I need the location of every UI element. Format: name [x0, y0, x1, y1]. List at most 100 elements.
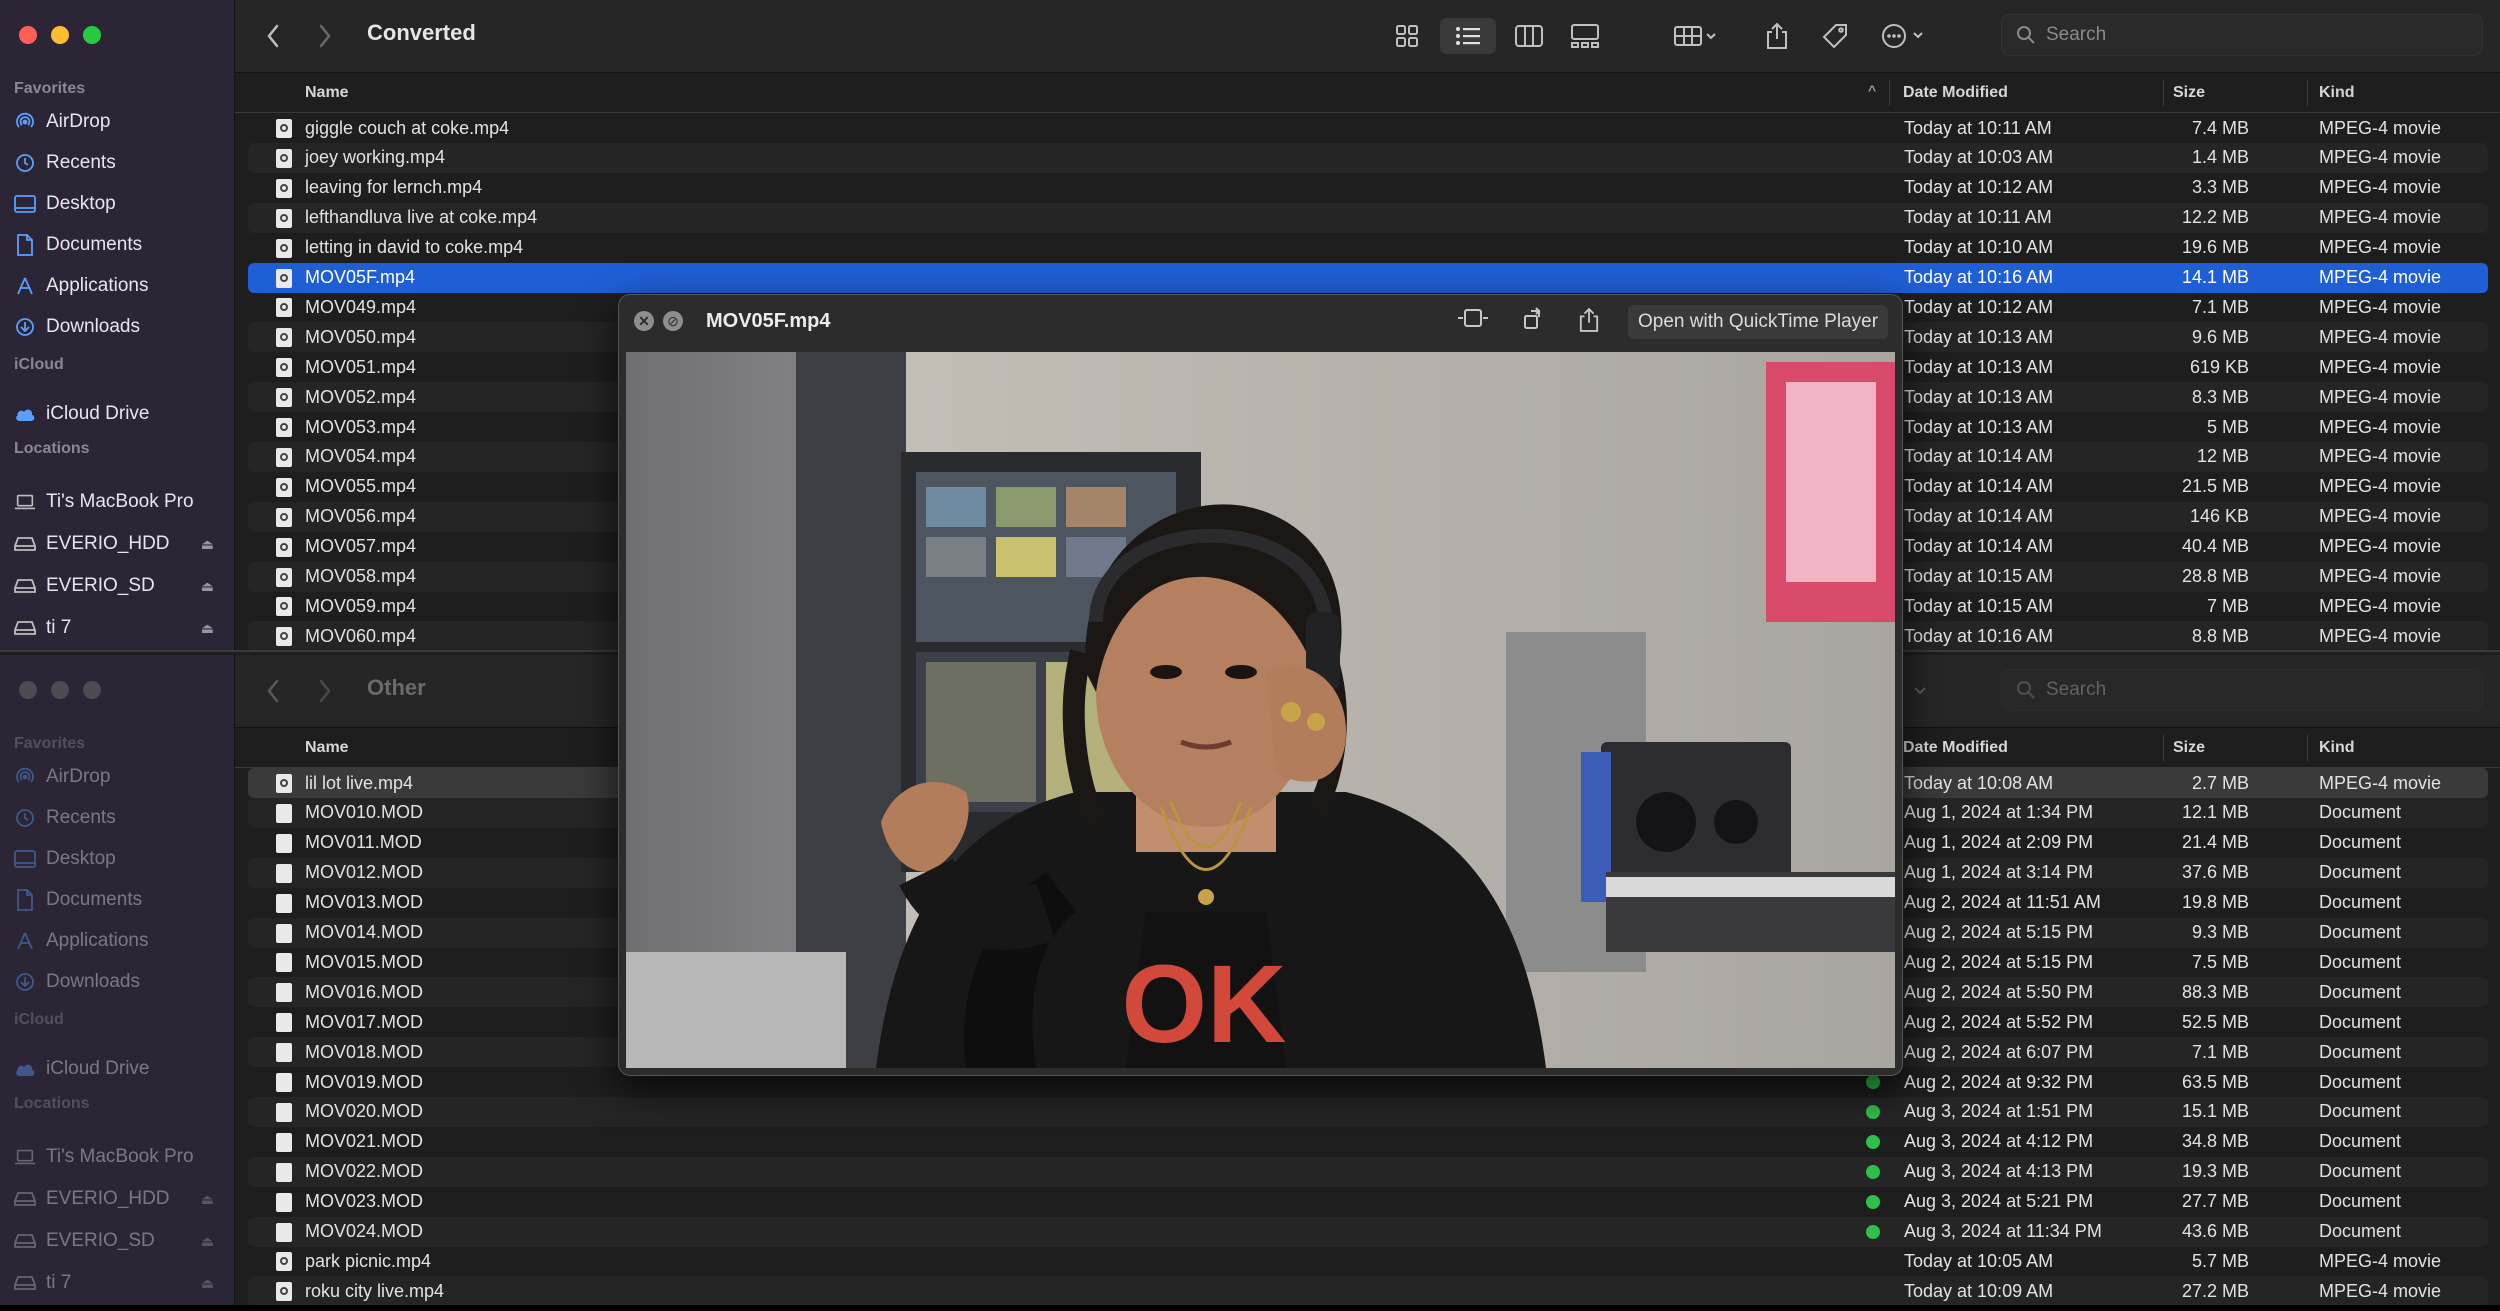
back-button[interactable]: [255, 18, 291, 54]
table-row[interactable]: MOV024.MOD Aug 3, 2024 at 11:34 PM 43.6 MB…: [248, 1216, 2488, 1247]
sidebar-item-label: Recents: [46, 807, 116, 828]
column-kind[interactable]: Kind: [2319, 739, 2355, 757]
file-date-modified: Aug 3, 2024 at 5:21 PM: [1904, 1191, 2094, 1212]
sidebar-item-everio-sd[interactable]: EVERIO_SD ⏏: [14, 1223, 214, 1259]
preview-close-button[interactable]: ✕: [634, 311, 654, 331]
table-row[interactable]: leaving for lernch.mp4 Today at 10:12 AM 3…: [248, 173, 2488, 203]
column-size[interactable]: Size: [2173, 739, 2205, 757]
zoom-window-button[interactable]: [83, 681, 101, 699]
search-field[interactable]: Search: [2001, 14, 2483, 56]
eject-icon[interactable]: ⏏: [201, 536, 214, 553]
document-icon: [14, 889, 36, 911]
document-file-icon: [276, 863, 292, 883]
icon-view-button[interactable]: [1385, 18, 1429, 54]
back-button[interactable]: [255, 673, 291, 709]
close-window-button[interactable]: [19, 681, 37, 699]
file-kind: Document: [2319, 1221, 2402, 1241]
sidebar-item-ti-7[interactable]: ti 7 ⏏: [14, 610, 214, 646]
rotate-button[interactable]: [1517, 307, 1549, 337]
eject-icon[interactable]: ⏏: [201, 578, 214, 595]
share-button[interactable]: [1757, 18, 1797, 54]
sidebar-item-ti-s-macbook-pro[interactable]: Ti's MacBook Pro: [14, 1139, 214, 1175]
table-row[interactable]: lefthandluva live at coke.mp4 Today at 10…: [248, 202, 2488, 233]
file-kind: Document: [2319, 951, 2402, 972]
sidebar-item-everio-hdd[interactable]: EVERIO_HDD ⏏: [14, 526, 214, 562]
table-row[interactable]: MOV023.MOD Aug 3, 2024 at 5:21 PM 27.7 MB D…: [248, 1187, 2488, 1217]
eject-icon[interactable]: ⏏: [201, 1275, 214, 1292]
movie-file-icon: [276, 597, 292, 617]
column-size[interactable]: Size: [2173, 84, 2205, 102]
eject-icon[interactable]: ⏏: [201, 1233, 214, 1250]
file-size: 146 KB: [2189, 506, 2249, 527]
sidebar-item-downloads[interactable]: Downloads: [14, 309, 214, 345]
table-row[interactable]: giggle couch at coke.mp4 Today at 10:11 A…: [248, 113, 2488, 143]
table-row[interactable]: roku city live.mp4 Today at 10:09 AM 27.2 …: [248, 1276, 2488, 1307]
list-view-button[interactable]: [1440, 18, 1496, 54]
table-row[interactable]: MOV022.MOD Aug 3, 2024 at 4:13 PM 19.3 MB D…: [248, 1156, 2488, 1187]
column-date-modified[interactable]: Date Modified: [1903, 739, 2008, 757]
minimize-window-button[interactable]: [51, 681, 69, 699]
table-row[interactable]: MOV021.MOD Aug 3, 2024 at 4:12 PM 34.8 MB D…: [248, 1127, 2488, 1157]
forward-button[interactable]: [307, 673, 343, 709]
file-date-modified: Today at 10:11 AM: [1904, 207, 2052, 228]
minimize-window-button[interactable]: [51, 26, 69, 44]
sidebar-item-downloads[interactable]: Downloads: [14, 964, 214, 1000]
movie-file-icon: [276, 1282, 292, 1302]
forward-button[interactable]: [307, 18, 343, 54]
eject-icon[interactable]: ⏏: [201, 620, 214, 637]
sidebar-item-desktop[interactable]: Desktop: [14, 841, 214, 877]
preview-fullscreen-button[interactable]: ⊘: [663, 311, 683, 331]
movie-file-icon: [276, 537, 292, 557]
more-actions-button[interactable]: [1873, 18, 1933, 54]
sidebar-item-ti-7[interactable]: ti 7 ⏏: [14, 1265, 214, 1301]
search-field[interactable]: Search: [2001, 669, 2483, 711]
drive-icon: [14, 1188, 36, 1210]
sidebar-section-favorites: Favorites: [14, 80, 86, 97]
eject-icon[interactable]: ⏏: [201, 1191, 214, 1208]
sidebar-item-everio-hdd[interactable]: EVERIO_HDD ⏏: [14, 1181, 214, 1217]
sidebar-item-applications[interactable]: Applications: [14, 268, 214, 304]
column-kind[interactable]: Kind: [2319, 84, 2355, 102]
file-name: joey working.mp4: [305, 147, 446, 168]
sidebar-item-icloud-drive[interactable]: iCloud Drive: [14, 396, 214, 432]
table-row[interactable]: MOV05F.mp4 Today at 10:16 AM 14.1 MB MPEG-4…: [248, 262, 2488, 293]
close-window-button[interactable]: [19, 26, 37, 44]
table-row[interactable]: letting in david to coke.mp4 Today at 10:…: [248, 233, 2488, 263]
group-by-button[interactable]: [1665, 18, 1725, 54]
column-name[interactable]: Name: [305, 84, 349, 102]
table-row[interactable]: MOV020.MOD Aug 3, 2024 at 1:51 PM 15.1 MB D…: [248, 1096, 2488, 1127]
column-name[interactable]: Name: [305, 739, 349, 757]
download-icon: [14, 971, 36, 993]
zoom-window-button[interactable]: [83, 26, 101, 44]
sidebar-item-airdrop[interactable]: AirDrop: [14, 759, 214, 795]
file-size: 7.5 MB: [2191, 951, 2249, 972]
preview-share-button[interactable]: [1573, 307, 1605, 339]
sidebar-item-applications[interactable]: Applications: [14, 923, 214, 959]
trim-button[interactable]: [1457, 307, 1489, 335]
sidebar-item-recents[interactable]: Recents: [14, 800, 214, 836]
sidebar-item-everio-sd[interactable]: EVERIO_SD ⏏: [14, 568, 214, 604]
video-frame[interactable]: OK: [626, 352, 1895, 1068]
sidebar-item-documents[interactable]: Documents: [14, 882, 214, 918]
file-name: MOV011.MOD: [305, 832, 422, 853]
airdrop-icon: [14, 766, 36, 788]
file-date-modified: Aug 3, 2024 at 1:51 PM: [1904, 1101, 2094, 1122]
sidebar-item-airdrop[interactable]: AirDrop: [14, 104, 214, 140]
file-date-modified: Aug 3, 2024 at 11:34 PM: [1904, 1221, 2102, 1241]
open-with-quicktime-button[interactable]: Open with QuickTime Player: [1628, 305, 1889, 339]
more-actions-button[interactable]: [1905, 673, 1935, 709]
document-file-icon: [276, 1162, 292, 1182]
sidebar-item-icloud-drive[interactable]: iCloud Drive: [14, 1051, 214, 1087]
column-date-modified[interactable]: Date Modified: [1903, 84, 2008, 102]
document-file-icon: [276, 803, 292, 823]
tag-button[interactable]: [1815, 18, 1855, 54]
gallery-view-button[interactable]: [1563, 18, 1607, 54]
file-date-modified: Today at 10:13 AM: [1904, 326, 2054, 347]
table-row[interactable]: park picnic.mp4 Today at 10:05 AM 5.7 MB MP…: [248, 1246, 2488, 1276]
sidebar-item-desktop[interactable]: Desktop: [14, 186, 214, 222]
table-row[interactable]: joey working.mp4 Today at 10:03 AM 1.4 MB M…: [248, 142, 2488, 173]
sidebar-item-recents[interactable]: Recents: [14, 145, 214, 181]
sidebar-item-ti-s-macbook-pro[interactable]: Ti's MacBook Pro: [14, 484, 214, 520]
sidebar-item-documents[interactable]: Documents: [14, 227, 214, 263]
column-view-button[interactable]: [1507, 18, 1551, 54]
